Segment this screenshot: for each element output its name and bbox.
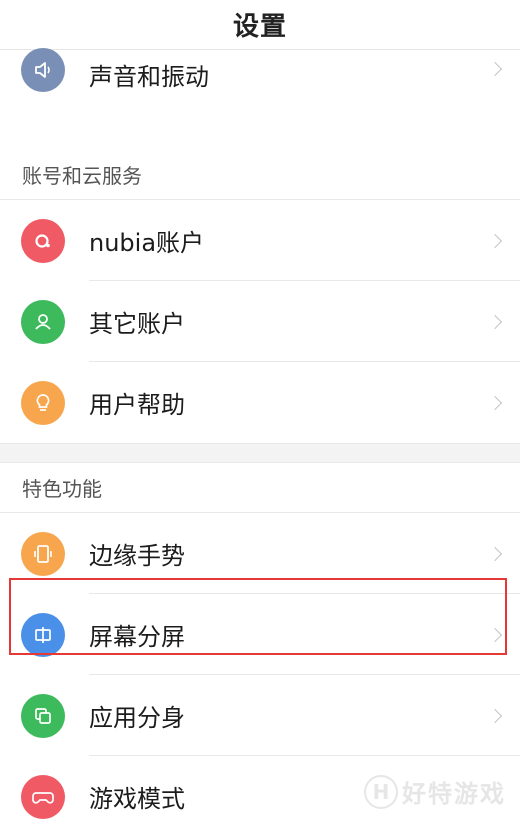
gamepad-icon bbox=[21, 774, 65, 819]
settings-item-other-accounts[interactable]: 其它账户 bbox=[0, 281, 520, 362]
settings-item-app-clone[interactable]: 应用分身 bbox=[0, 675, 520, 756]
settings-item-edge-gesture[interactable]: 边缘手势 bbox=[0, 513, 520, 594]
nubia-account-icon bbox=[21, 218, 65, 263]
speaker-icon bbox=[21, 48, 65, 92]
settings-item-split-screen[interactable]: 屏幕分屏 bbox=[0, 594, 520, 675]
section-header-features: 特色功能 bbox=[0, 463, 520, 513]
settings-item-label: 其它账户 bbox=[89, 310, 185, 338]
settings-item-label: 边缘手势 bbox=[89, 542, 185, 570]
settings-item-label: nubia账户 bbox=[89, 229, 205, 257]
top-bar: 设置 bbox=[0, 0, 520, 50]
chevron-right-icon bbox=[487, 314, 503, 329]
chevron-right-icon bbox=[487, 627, 503, 642]
app-clone-icon bbox=[21, 693, 65, 738]
person-icon bbox=[21, 299, 65, 344]
chevron-right-icon bbox=[487, 395, 503, 410]
watermark-text: 好特游戏 bbox=[402, 780, 506, 808]
settings-item-sound-vibration[interactable]: 声音和振动 bbox=[0, 48, 520, 92]
chevron-right-icon bbox=[487, 61, 503, 77]
chevron-right-icon bbox=[487, 233, 503, 248]
section-header-account-cloud: 账号和云服务 bbox=[0, 154, 520, 200]
settings-item-label: 应用分身 bbox=[89, 704, 185, 732]
settings-item-user-help[interactable]: 用户帮助 bbox=[0, 362, 520, 443]
watermark: H 好特游戏 bbox=[364, 774, 506, 809]
chevron-right-icon bbox=[487, 708, 503, 723]
watermark-badge: H bbox=[364, 774, 398, 809]
settings-item-label: 用户帮助 bbox=[89, 391, 185, 419]
page-title: 设置 bbox=[232, 12, 287, 42]
spacer bbox=[0, 92, 520, 158]
settings-item-label: 屏幕分屏 bbox=[89, 623, 185, 651]
chevron-right-icon bbox=[487, 546, 503, 561]
lightbulb-icon bbox=[21, 380, 65, 425]
section-separator bbox=[0, 443, 520, 463]
edge-gesture-icon bbox=[21, 531, 65, 576]
settings-item-label: 游戏模式 bbox=[89, 785, 185, 813]
split-screen-icon bbox=[21, 612, 65, 657]
settings-item-label: 声音和振动 bbox=[89, 63, 209, 91]
settings-item-nubia-account[interactable]: nubia账户 bbox=[0, 200, 520, 281]
